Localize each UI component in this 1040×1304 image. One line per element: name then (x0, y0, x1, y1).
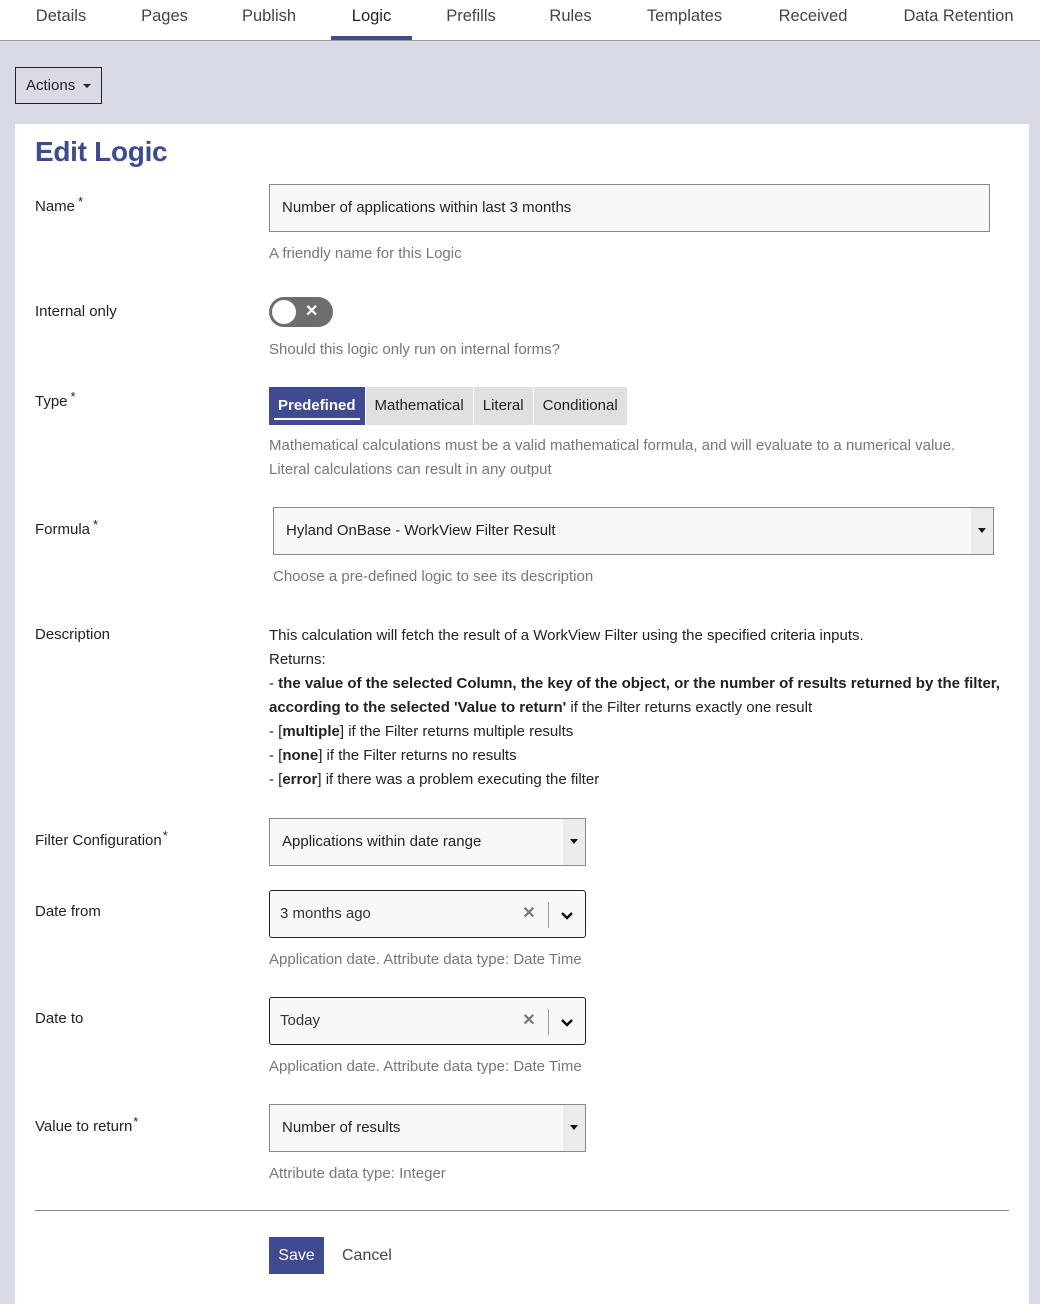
internal-only-label: Internal only (35, 303, 117, 320)
date-from-select[interactable]: 3 months ago ✕ (269, 890, 586, 938)
type-label: Type * (35, 389, 76, 410)
caret-down-icon (83, 84, 92, 89)
tab-publish[interactable]: Publish (241, 0, 297, 40)
name-help: A friendly name for this Logic (269, 245, 462, 262)
date-to-help: Application date. Attribute data type: D… (269, 1058, 582, 1075)
value-to-return-select[interactable]: Number of results (269, 1104, 586, 1152)
description-item-text: if the Filter returns no results (322, 747, 517, 764)
tab-rules[interactable]: Rules (549, 0, 592, 40)
caret-down-icon (563, 819, 585, 865)
tab-prefills[interactable]: Prefills (446, 0, 496, 40)
name-input[interactable]: Number of applications within last 3 mon… (269, 184, 990, 232)
tab-templates[interactable]: Templates (645, 0, 724, 40)
save-button[interactable]: Save (269, 1237, 324, 1274)
chevron-down-icon[interactable] (557, 905, 577, 925)
value-to-return-value: Number of results (282, 1119, 401, 1136)
chevron-down-icon[interactable] (557, 1012, 577, 1032)
separator (548, 902, 549, 928)
formula-help: Choose a pre-defined logic to see its de… (273, 568, 594, 585)
edit-logic-card: Edit Logic Name * Number of applications … (15, 124, 1029, 1304)
required-marker: * (93, 517, 99, 532)
description-item-bold: multiple (282, 723, 340, 740)
clear-icon[interactable]: ✕ (521, 904, 537, 924)
description-item: - the value of the selected Column, the … (269, 675, 1000, 716)
actions-label: Actions (26, 77, 76, 94)
date-from-label: Date from (35, 903, 101, 920)
type-option-conditional[interactable]: Conditional (533, 387, 627, 425)
name-label: Name * (35, 194, 83, 215)
formula-select[interactable]: Hyland OnBase - WorkView Filter Result (273, 507, 994, 555)
filter-configuration-label-text: Filter Configuration (35, 832, 162, 849)
actions-dropdown-button[interactable]: Actions (15, 67, 102, 104)
date-to-select[interactable]: Today ✕ (269, 997, 586, 1045)
tab-data-retention[interactable]: Data Retention (902, 0, 1015, 40)
filter-configuration-label: Filter Configuration* (35, 828, 168, 849)
date-from-value: 3 months ago (280, 905, 371, 922)
internal-only-toggle[interactable]: ✕ (269, 297, 333, 327)
type-segmented-control: Predefined Mathematical Literal Conditio… (269, 387, 627, 425)
description-item-bold: none (282, 747, 319, 764)
description-item: - [none] if the Filter returns no result… (269, 747, 517, 764)
description-returns-label: Returns: (269, 651, 326, 668)
required-marker: * (162, 828, 168, 843)
type-option-mathematical[interactable]: Mathematical (365, 387, 474, 425)
value-to-return-label-text: Value to return (35, 1118, 133, 1135)
close-icon: ✕ (305, 303, 319, 320)
type-option-predefined[interactable]: Predefined (269, 387, 366, 425)
formula-description: This calculation will fetch the result o… (269, 624, 1009, 792)
page-title: Edit Logic (35, 136, 168, 167)
description-item: - [multiple] if the Filter returns multi… (269, 723, 574, 740)
date-to-value: Today (280, 1012, 321, 1029)
clear-icon[interactable]: ✕ (521, 1011, 537, 1031)
description-item-text: if the Filter returns exactly one result (566, 699, 813, 716)
tab-pages[interactable]: Pages (141, 0, 188, 40)
separator (548, 1009, 549, 1035)
tab-bar: Details Pages Publish Logic Prefills Rul… (0, 0, 1040, 41)
tab-logic[interactable]: Logic (331, 0, 412, 40)
tab-received[interactable]: Received (777, 0, 849, 40)
type-option-literal[interactable]: Literal (473, 387, 534, 425)
type-help-line-2: Literal calculations can result in any o… (269, 461, 552, 478)
divider (35, 1210, 1009, 1211)
description-item-text: if the Filter returns multiple results (344, 723, 574, 740)
date-to-label: Date to (35, 1010, 84, 1027)
required-marker: * (133, 1114, 139, 1129)
value-to-return-label: Value to return* (35, 1114, 138, 1135)
internal-only-help: Should this logic only run on internal f… (269, 341, 560, 358)
description-intro: This calculation will fetch the result o… (269, 627, 864, 644)
toggle-knob (272, 300, 296, 324)
description-label: Description (35, 626, 111, 643)
caret-down-icon (971, 508, 993, 554)
filter-configuration-select[interactable]: Applications within date range (269, 818, 586, 866)
required-marker: * (70, 389, 76, 404)
value-to-return-help: Attribute data type: Integer (269, 1165, 446, 1182)
date-from-help: Application date. Attribute data type: D… (269, 951, 582, 968)
formula-label-text: Formula (35, 521, 91, 538)
caret-down-icon (563, 1105, 585, 1151)
name-label-text: Name (35, 198, 76, 215)
formula-select-value: Hyland OnBase - WorkView Filter Result (286, 522, 556, 539)
cancel-button[interactable]: Cancel (342, 1237, 392, 1274)
required-marker: * (78, 194, 84, 209)
tab-details[interactable]: Details (35, 0, 87, 40)
filter-configuration-value: Applications within date range (282, 833, 482, 850)
type-help-line-1: Mathematical calculations must be a vali… (269, 437, 956, 454)
type-label-text: Type (35, 393, 68, 410)
formula-label: Formula * (35, 517, 98, 538)
description-item-bold: error (282, 771, 318, 788)
description-item-text: if there was a problem executing the fil… (321, 771, 600, 788)
description-item: - [error] if there was a problem executi… (269, 771, 600, 788)
